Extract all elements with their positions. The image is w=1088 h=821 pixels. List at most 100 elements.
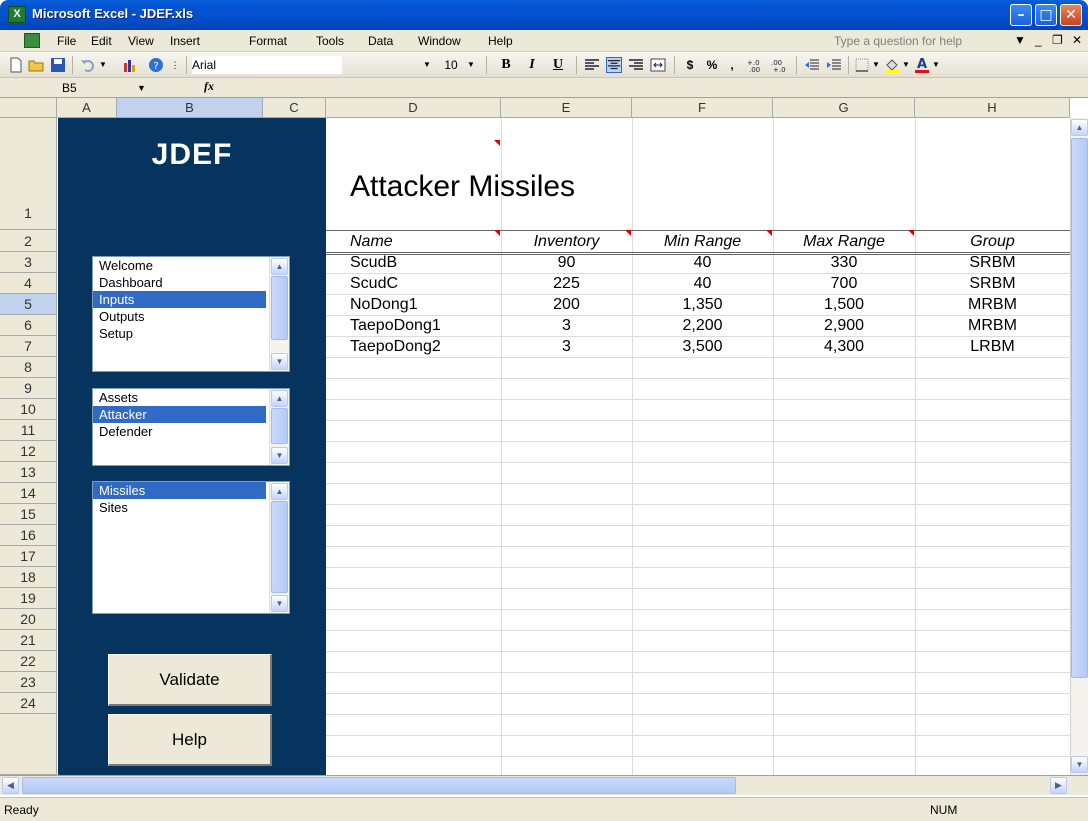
row-header-8[interactable]: 8 xyxy=(0,357,57,378)
column-header-h[interactable]: H xyxy=(915,98,1070,118)
menu-format[interactable]: Format xyxy=(249,34,287,48)
cell-inventory[interactable]: 225 xyxy=(501,274,632,294)
row-header-9[interactable]: 9 xyxy=(0,378,57,399)
scroll-thumb[interactable] xyxy=(1071,138,1088,678)
cell-name[interactable]: TaepoDong2 xyxy=(350,337,441,357)
comment-indicator[interactable] xyxy=(494,230,500,236)
maximize-button[interactable]: □ xyxy=(1035,4,1057,26)
row-header-4[interactable]: 4 xyxy=(0,273,57,294)
cell-name[interactable]: ScudC xyxy=(350,274,398,294)
list-item[interactable]: Outputs xyxy=(93,308,266,325)
cell-group[interactable]: LRBM xyxy=(915,337,1070,357)
fill-color-dropdown-icon[interactable]: ▼ xyxy=(902,56,910,74)
column-header-d[interactable]: D xyxy=(326,98,501,118)
scroll-up-icon[interactable]: ▲ xyxy=(1071,119,1088,136)
row-header-2[interactable]: 2 xyxy=(0,230,57,252)
new-document-icon[interactable] xyxy=(8,57,24,73)
cell-name[interactable]: TaepoDong1 xyxy=(350,316,441,336)
row-header-12[interactable]: 12 xyxy=(0,441,57,462)
doc-restore-icon[interactable]: ❐ xyxy=(1052,33,1063,47)
comma-style-button[interactable]: , xyxy=(724,56,740,74)
scroll-up-icon[interactable]: ▲ xyxy=(271,258,288,275)
row-header-7[interactable]: 7 xyxy=(0,336,57,357)
menu-help[interactable]: Help xyxy=(488,34,513,48)
list-item[interactable]: Setup xyxy=(93,325,266,342)
row-header-10[interactable]: 10 xyxy=(0,399,57,420)
font-name-dropdown-icon[interactable]: ▼ xyxy=(422,56,432,74)
cell-inventory[interactable]: 200 xyxy=(501,295,632,315)
workbook-icon[interactable] xyxy=(24,33,40,48)
toolbar-options-icon[interactable]: ⋮ xyxy=(168,56,182,74)
cell-min-range[interactable]: 40 xyxy=(632,274,773,294)
scroll-down-icon[interactable]: ▼ xyxy=(271,353,288,370)
row-header-17[interactable]: 17 xyxy=(0,546,57,567)
column-header-g[interactable]: G xyxy=(773,98,915,118)
column-header-c[interactable]: C xyxy=(263,98,326,118)
cell-max-range[interactable]: 1,500 xyxy=(773,295,915,315)
cell-name[interactable]: ScudB xyxy=(350,253,397,273)
borders-dropdown-icon[interactable]: ▼ xyxy=(872,56,880,74)
close-button[interactable]: ✕ xyxy=(1060,4,1082,26)
type-listbox-scrollbar[interactable]: ▲ ▼ xyxy=(269,482,289,613)
row-header-11[interactable]: 11 xyxy=(0,420,57,441)
scroll-thumb[interactable] xyxy=(271,408,288,444)
scroll-up-icon[interactable]: ▲ xyxy=(271,483,288,500)
list-item[interactable]: Sites xyxy=(93,499,266,516)
row-header-19[interactable]: 19 xyxy=(0,588,57,609)
scroll-thumb[interactable] xyxy=(271,501,288,593)
help-question-box[interactable]: Type a question for help xyxy=(834,34,962,48)
undo-icon[interactable] xyxy=(80,57,96,73)
horizontal-scrollbar[interactable]: ◀ ▶ xyxy=(0,775,1088,795)
cell-max-range[interactable]: 2,900 xyxy=(773,316,915,336)
increase-indent-icon[interactable] xyxy=(826,57,842,73)
font-size-box[interactable]: 10 xyxy=(436,56,466,74)
row-header-23[interactable]: 23 xyxy=(0,672,57,693)
align-center-icon[interactable] xyxy=(606,57,622,73)
row-header-15[interactable]: 15 xyxy=(0,504,57,525)
cell-inventory[interactable]: 3 xyxy=(501,337,632,357)
cell-min-range[interactable]: 2,200 xyxy=(632,316,773,336)
row-header-18[interactable]: 18 xyxy=(0,567,57,588)
nav-listbox-scrollbar[interactable]: ▲ ▼ xyxy=(269,257,289,371)
row-header-21[interactable]: 21 xyxy=(0,630,57,651)
cell-inventory[interactable]: 3 xyxy=(501,316,632,336)
menu-data[interactable]: Data xyxy=(368,34,393,48)
insert-function-icon[interactable]: fx xyxy=(204,79,214,94)
undo-dropdown-icon[interactable]: ▼ xyxy=(98,56,108,74)
scroll-up-icon[interactable]: ▲ xyxy=(271,390,288,407)
list-item[interactable]: Assets xyxy=(93,389,266,406)
chart-wizard-icon[interactable] xyxy=(122,57,138,73)
help-button[interactable]: Help xyxy=(108,714,272,766)
menu-edit[interactable]: Edit xyxy=(91,34,112,48)
scroll-down-icon[interactable]: ▼ xyxy=(1071,756,1088,773)
cell-group[interactable]: SRBM xyxy=(915,274,1070,294)
column-header-f[interactable]: F xyxy=(632,98,773,118)
column-header-b[interactable]: B xyxy=(117,98,263,118)
currency-button[interactable]: $ xyxy=(680,56,700,74)
italic-button[interactable]: I xyxy=(522,56,542,74)
cell-name[interactable]: NoDong1 xyxy=(350,295,418,315)
decrease-indent-icon[interactable] xyxy=(804,57,820,73)
list-item[interactable]: Dashboard xyxy=(93,274,266,291)
font-size-dropdown-icon[interactable]: ▼ xyxy=(466,56,476,74)
cell-min-range[interactable]: 3,500 xyxy=(632,337,773,357)
row-header-3[interactable]: 3 xyxy=(0,252,57,273)
list-item[interactable]: Inputs xyxy=(93,291,266,308)
cell-min-range[interactable]: 40 xyxy=(632,253,773,273)
type-listbox[interactable]: Missiles Sites ▲ ▼ xyxy=(92,481,290,614)
cell-group[interactable]: MRBM xyxy=(915,316,1070,336)
validate-button[interactable]: Validate xyxy=(108,654,272,706)
side-listbox[interactable]: Assets Attacker Defender ▲ ▼ xyxy=(92,388,290,466)
menu-tools[interactable]: Tools xyxy=(316,34,344,48)
help-icon[interactable]: ? xyxy=(148,57,164,73)
row-header-13[interactable]: 13 xyxy=(0,462,57,483)
scroll-thumb[interactable] xyxy=(271,276,288,340)
align-right-icon[interactable] xyxy=(628,57,644,73)
select-all-corner[interactable] xyxy=(0,98,57,118)
underline-button[interactable]: U xyxy=(548,56,568,74)
scroll-right-icon[interactable]: ▶ xyxy=(1050,777,1067,794)
decrease-decimal-icon[interactable]: .00+.0 xyxy=(770,57,790,73)
font-color-dropdown-icon[interactable]: ▼ xyxy=(932,56,940,74)
row-header-24[interactable]: 24 xyxy=(0,693,57,714)
percent-button[interactable]: % xyxy=(702,56,722,74)
